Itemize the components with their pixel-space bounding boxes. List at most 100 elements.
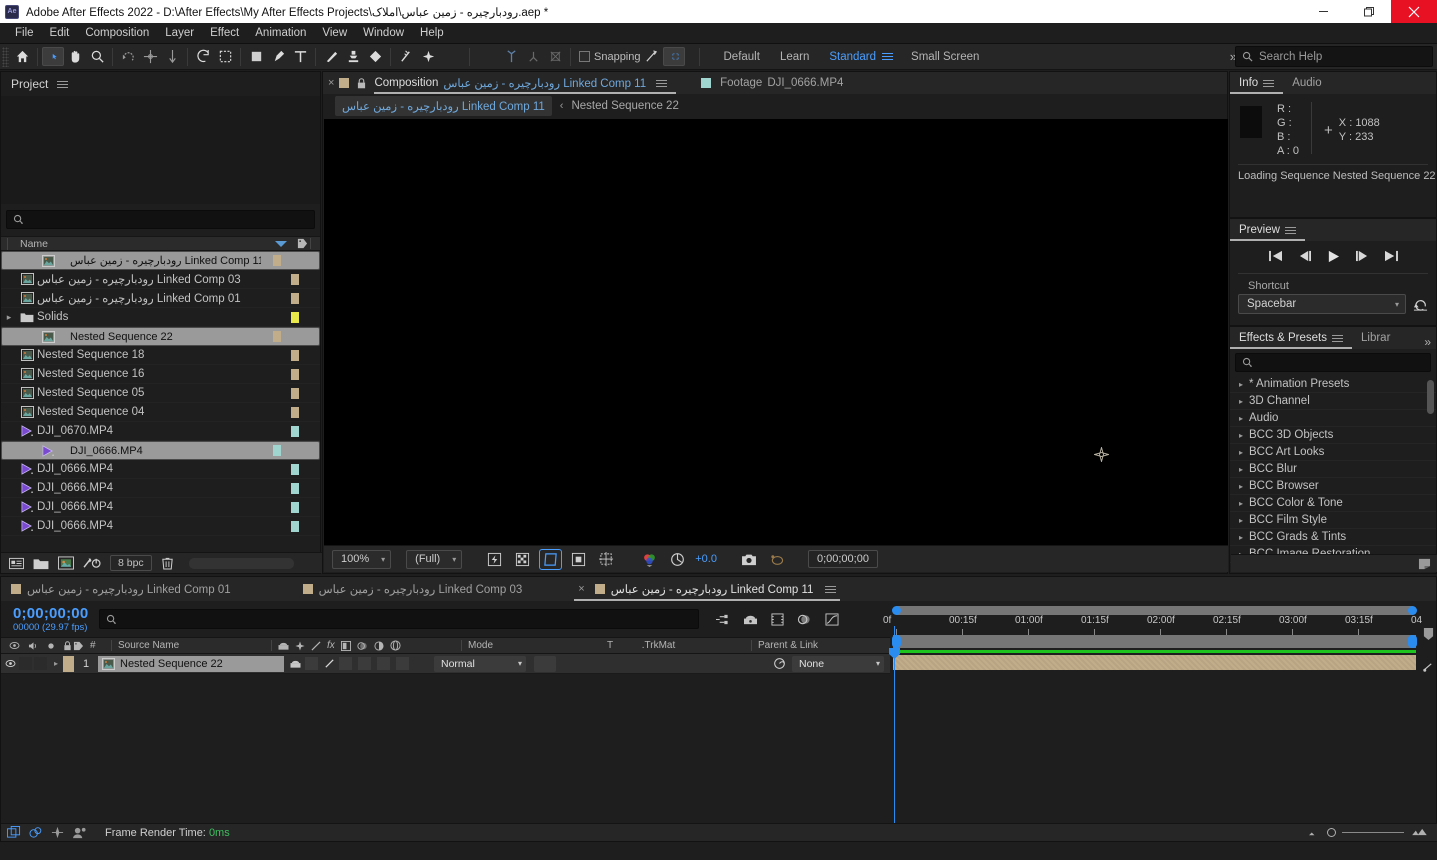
breadcrumb-current[interactable]: Nested Sequence 22: [571, 100, 678, 112]
timeline-zoom-control[interactable]: [1307, 823, 1428, 841]
workspace-default[interactable]: Default: [714, 51, 770, 63]
previous-frame-icon[interactable]: [1298, 250, 1312, 262]
label-color-swatch[interactable]: [273, 255, 281, 266]
brush-tool-icon[interactable]: [320, 46, 342, 68]
project-search-input[interactable]: [6, 210, 315, 229]
video-visibility-icon[interactable]: [9, 641, 20, 650]
layer-source-name[interactable]: Nested Sequence 22: [98, 655, 284, 672]
column-name-label[interactable]: Name: [7, 237, 274, 250]
layer-quality-icon[interactable]: [324, 658, 335, 669]
3d-orbit-icon[interactable]: [522, 46, 544, 68]
tab-info[interactable]: Info: [1230, 72, 1284, 94]
enable-frame-blending-icon[interactable]: [771, 612, 784, 626]
effects-category-row[interactable]: ▸ 3D Channel: [1230, 393, 1436, 410]
layer-label-color[interactable]: [63, 655, 74, 672]
label-color-swatch[interactable]: [291, 482, 299, 494]
shape-tool-icon[interactable]: [245, 46, 267, 68]
project-list-item[interactable]: DJI_0666.MP4: [1, 460, 320, 479]
shortcut-select[interactable]: Spacebar ▾: [1238, 294, 1406, 314]
magnification-select[interactable]: 100% ▾: [332, 549, 392, 569]
toolbar-grip[interactable]: [2, 46, 9, 67]
label-header-icon[interactable]: [73, 641, 87, 651]
region-of-interest-icon[interactable]: [568, 550, 589, 569]
effects-category-row[interactable]: ▸ BCC Art Looks: [1230, 444, 1436, 461]
chevron-right-icon[interactable]: ▸: [1239, 499, 1243, 508]
time-bar-end-cap[interactable]: [1408, 635, 1417, 648]
label-color-swatch[interactable]: [291, 368, 299, 380]
parent-pickwhip-icon[interactable]: [773, 657, 792, 670]
menu-animation[interactable]: Animation: [247, 25, 314, 41]
grid-guides-icon[interactable]: [596, 550, 617, 569]
column-number-label[interactable]: #: [87, 640, 111, 651]
label-color-swatch[interactable]: [291, 311, 299, 323]
quality-icon[interactable]: [311, 640, 321, 651]
enable-motion-blur-icon[interactable]: [797, 613, 812, 626]
menu-effect[interactable]: Effect: [202, 25, 247, 41]
project-list-item[interactable]: DJI_0666.MP4: [1, 498, 320, 517]
project-list-item[interactable]: Nested Sequence 22: [1, 327, 320, 346]
label-color-swatch[interactable]: [291, 501, 299, 513]
column-trkmat-label[interactable]: T .TrkMat: [601, 640, 751, 651]
shy-icon[interactable]: [278, 641, 289, 651]
layer-parent-select[interactable]: None ▾: [792, 655, 884, 672]
next-frame-icon[interactable]: [1355, 250, 1369, 262]
label-color-swatch[interactable]: [273, 445, 281, 456]
hide-shy-layers-icon[interactable]: [743, 613, 758, 626]
delete-icon[interactable]: [161, 556, 174, 570]
snapping-toggle[interactable]: Snapping: [579, 51, 641, 63]
chevron-right-icon[interactable]: ▸: [1239, 414, 1243, 423]
info-panel-menu-icon[interactable]: [1263, 79, 1275, 87]
timeline-zoom-slider-track[interactable]: [1342, 831, 1404, 833]
composition-flowchart-icon[interactable]: [29, 826, 43, 839]
color-depth-icon[interactable]: [83, 556, 101, 570]
workspace-menu-icon[interactable]: [882, 53, 894, 60]
timeline-tab-comp03[interactable]: رودبارچیره - زمین عباس Linked Comp 03: [293, 577, 533, 601]
new-folder-icon[interactable]: [33, 557, 49, 570]
workspace-small-screen[interactable]: Small Screen: [893, 51, 989, 63]
region-of-interest-icon[interactable]: [214, 46, 236, 68]
tab-composition[interactable]: Composition رودبارچیره - زمین عباس Linke…: [374, 72, 676, 94]
breadcrumb-comp-chip[interactable]: رودبارچیره - زمین عباس Linked Comp 11: [335, 96, 552, 116]
project-list-item[interactable]: رودبارچیره - زمین عباس Linked Comp 11: [1, 251, 320, 270]
layer-switch-icon[interactable]: [1422, 661, 1434, 673]
effects-category-row[interactable]: ▸ BCC Film Style: [1230, 512, 1436, 529]
project-list-item[interactable]: Nested Sequence 16: [1, 365, 320, 384]
label-color-swatch[interactable]: [291, 406, 299, 418]
comp-region-icon[interactable]: [539, 548, 563, 570]
playhead[interactable]: [889, 626, 900, 823]
exposure-reset-icon[interactable]: [667, 550, 688, 569]
timeline-zoom-slider-knob[interactable]: [1327, 827, 1336, 837]
maximize-button[interactable]: [1346, 0, 1391, 23]
graph-editor-icon[interactable]: [825, 612, 839, 626]
layer-fx-toggle[interactable]: [339, 657, 352, 670]
puppet-pin-tool-icon[interactable]: [161, 46, 183, 68]
menu-edit[interactable]: Edit: [42, 25, 78, 41]
tab-preview[interactable]: Preview: [1230, 219, 1305, 241]
clone-stamp-tool-icon[interactable]: [342, 46, 364, 68]
tab-audio[interactable]: Audio: [1283, 72, 1330, 94]
chevron-right-icon[interactable]: ▸: [1239, 431, 1243, 440]
solo-icon[interactable]: [47, 642, 55, 650]
snapshot-icon[interactable]: [739, 550, 760, 569]
zoom-in-timeline-icon[interactable]: [1410, 827, 1428, 837]
toggle-switches-modes-icon[interactable]: [7, 826, 21, 839]
close-tab-icon[interactable]: ×: [578, 583, 588, 595]
project-panel-menu-icon[interactable]: [57, 80, 69, 88]
puppet-tool-icon[interactable]: [417, 46, 439, 68]
comp-timecode[interactable]: 0;00;00;00: [807, 550, 878, 568]
anchor-point-tool-icon[interactable]: [139, 46, 161, 68]
project-list-item[interactable]: DJI_0666.MP4: [1, 479, 320, 498]
effects-category-row[interactable]: ▸ BCC 3D Objects: [1230, 427, 1436, 444]
effects-category-row[interactable]: ▸ BCC Grads & Tints: [1230, 529, 1436, 546]
disclosure-triangle-icon[interactable]: ▸: [1, 312, 17, 323]
snap-grid-icon[interactable]: [662, 47, 685, 66]
snap-angle-icon[interactable]: [641, 46, 663, 68]
effects-category-row[interactable]: ▸ * Animation Presets: [1230, 376, 1436, 393]
layer-3d-toggle[interactable]: [396, 657, 409, 670]
new-folder-effects-icon[interactable]: [1418, 558, 1431, 570]
close-tab-icon[interactable]: ×: [323, 77, 339, 89]
last-frame-icon[interactable]: [1384, 250, 1398, 262]
3d-pan-icon[interactable]: [544, 46, 566, 68]
first-frame-icon[interactable]: [1268, 250, 1283, 262]
motion-blur-layer-icon[interactable]: [357, 641, 368, 651]
